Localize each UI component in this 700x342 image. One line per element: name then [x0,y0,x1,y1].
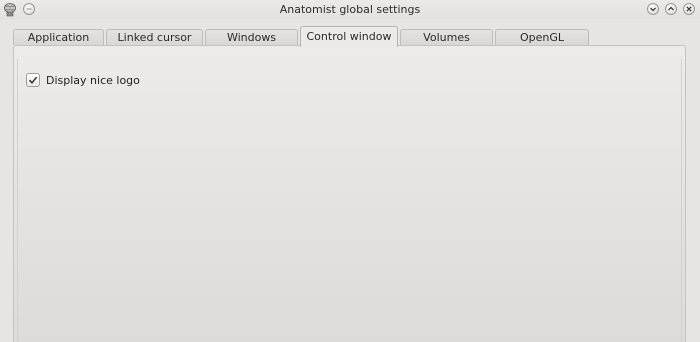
tab-application[interactable]: Application [13,29,104,45]
settings-window: Anatomist global settings Display nice l… [0,0,700,342]
window-title: Anatomist global settings [279,3,421,16]
minimize-button[interactable] [647,3,659,15]
close-button[interactable] [683,3,695,15]
chevron-down-icon [650,7,656,12]
checkmark-icon [28,76,38,84]
tab-linked-cursor[interactable]: Linked cursor [106,29,203,45]
maximize-button[interactable] [665,3,677,15]
panel-frame [17,59,682,342]
tab-opengl[interactable]: OpenGL [495,29,589,45]
settings-tab-bar: Application Linked cursor Windows Contro… [10,26,690,47]
display-logo-label: Display nice logo [46,73,140,87]
close-icon [686,6,692,12]
tab-windows[interactable]: Windows [205,29,298,45]
control-window-tab-panel: Display nice logo [13,45,686,342]
title-bar[interactable]: Anatomist global settings [0,0,700,19]
display-logo-checkbox[interactable] [26,73,40,87]
chevron-up-icon [668,6,674,11]
display-logo-option[interactable]: Display nice logo [26,72,140,88]
tab-control-window[interactable]: Control window [300,26,398,47]
tab-volumes[interactable]: Volumes [400,29,493,45]
